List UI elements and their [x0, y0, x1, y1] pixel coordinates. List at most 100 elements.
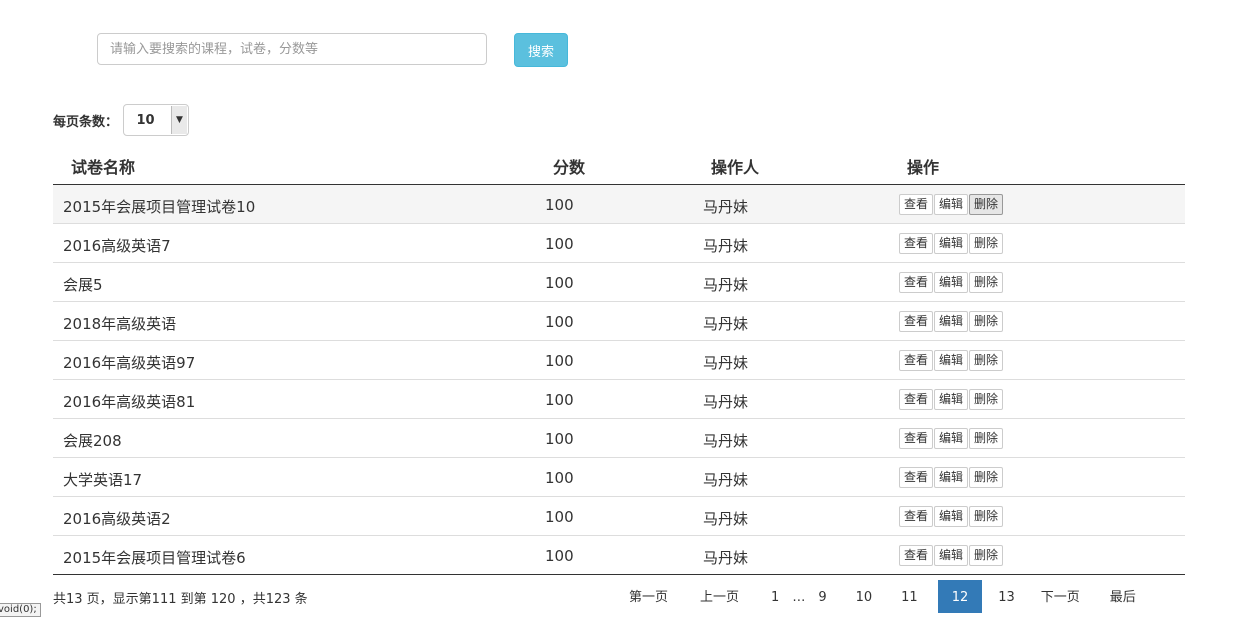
row-actions: 查看 编辑 删除: [899, 467, 1004, 488]
paper-score: 100: [545, 313, 574, 331]
view-button[interactable]: 查看: [899, 545, 934, 566]
paper-operator: 马丹妹: [703, 471, 749, 489]
delete-button[interactable]: 删除: [969, 194, 1004, 215]
delete-button[interactable]: 删除: [969, 272, 1004, 293]
paper-score: 100: [545, 469, 574, 487]
pagination-ellipsis: …: [792, 590, 806, 605]
edit-button[interactable]: 编辑: [934, 272, 969, 293]
column-header-name: 试卷名称: [71, 158, 136, 177]
page-link[interactable]: 1: [762, 580, 788, 613]
paper-operator: 马丹妹: [703, 393, 749, 411]
paper-score: 100: [545, 391, 574, 409]
row-actions: 查看 编辑 删除: [899, 506, 1004, 527]
page-size-value: 10: [136, 112, 155, 128]
table-row: 2016年高级英语97 100 马丹妹 查看 编辑 删除: [53, 341, 1185, 380]
page-link[interactable]: 10: [847, 580, 882, 613]
paper-score: 100: [545, 352, 574, 370]
paper-score: 100: [545, 274, 574, 292]
column-header-operator: 操作人: [711, 158, 760, 177]
paper-operator: 马丹妹: [703, 237, 749, 255]
row-actions: 查看 编辑 删除: [899, 272, 1004, 293]
row-actions: 查看 编辑 删除: [899, 428, 1004, 449]
page-link-active[interactable]: 12: [937, 580, 983, 613]
paper-operator: 马丹妹: [703, 315, 749, 333]
edit-button[interactable]: 编辑: [934, 389, 969, 410]
table-row: 会展5 100 马丹妹 查看 编辑 删除: [53, 263, 1185, 302]
first-page-link[interactable]: 第一页: [620, 580, 677, 613]
delete-button[interactable]: 删除: [969, 311, 1004, 332]
delete-button[interactable]: 删除: [969, 233, 1004, 254]
search-input[interactable]: [97, 33, 487, 65]
view-button[interactable]: 查看: [899, 389, 934, 410]
delete-button[interactable]: 删除: [969, 467, 1004, 488]
view-button[interactable]: 查看: [899, 272, 934, 293]
paper-name: 2015年会展项目管理试卷6: [63, 549, 246, 567]
paper-name: 会展208: [63, 432, 122, 450]
edit-button[interactable]: 编辑: [934, 428, 969, 449]
paper-score: 100: [545, 430, 574, 448]
table-row: 2018年高级英语 100 马丹妹 查看 编辑 删除: [53, 302, 1185, 341]
view-button[interactable]: 查看: [899, 506, 934, 527]
edit-button[interactable]: 编辑: [934, 194, 969, 215]
row-actions: 查看 编辑 删除: [899, 545, 1004, 566]
edit-button[interactable]: 编辑: [934, 311, 969, 332]
page-size-label: 每页条数：: [53, 115, 119, 130]
table-row: 2016年高级英语81 100 马丹妹 查看 编辑 删除: [53, 380, 1185, 419]
table-row: 2015年会展项目管理试卷6 100 马丹妹 查看 编辑 删除: [53, 536, 1185, 575]
paper-operator: 马丹妹: [703, 198, 749, 216]
paper-name: 2018年高级英语: [63, 315, 177, 333]
page-link[interactable]: 9: [809, 580, 835, 613]
view-button[interactable]: 查看: [899, 194, 934, 215]
paper-name: 2016高级英语2: [63, 510, 171, 528]
search-button[interactable]: 搜索: [514, 33, 568, 67]
prev-page-link[interactable]: 上一页: [691, 580, 748, 613]
last-page-link[interactable]: 最后: [1101, 580, 1145, 613]
view-button[interactable]: 查看: [899, 467, 934, 488]
delete-button[interactable]: 删除: [969, 350, 1004, 371]
edit-button[interactable]: 编辑: [934, 350, 969, 371]
paper-name: 2016年高级英语81: [63, 393, 196, 411]
row-actions: 查看 编辑 删除: [899, 194, 1004, 215]
table-row: 2015年会展项目管理试卷10 100 马丹妹 查看 编辑 删除: [53, 185, 1185, 224]
paper-operator: 马丹妹: [703, 510, 749, 528]
edit-button[interactable]: 编辑: [934, 467, 969, 488]
paper-operator: 马丹妹: [703, 354, 749, 372]
delete-button[interactable]: 删除: [969, 389, 1004, 410]
table-row: 大学英语17 100 马丹妹 查看 编辑 删除: [53, 458, 1185, 497]
paper-name: 2016高级英语7: [63, 237, 171, 255]
page-size-select[interactable]: 10 ▼: [123, 104, 189, 136]
page-link[interactable]: 11: [892, 580, 927, 613]
next-page-link[interactable]: 下一页: [1032, 580, 1089, 613]
delete-button[interactable]: 删除: [969, 545, 1004, 566]
table-body: 2015年会展项目管理试卷10 100 马丹妹 查看 编辑 删除 2016高级英语7 100 马…: [53, 185, 1185, 575]
paper-name: 2015年会展项目管理试卷10: [63, 198, 256, 216]
delete-button[interactable]: 删除: [969, 506, 1004, 527]
paper-operator: 马丹妹: [703, 549, 749, 567]
page-link[interactable]: 13: [989, 580, 1024, 613]
edit-button[interactable]: 编辑: [934, 545, 969, 566]
paper-score: 100: [545, 235, 574, 253]
paper-score: 100: [545, 547, 574, 565]
delete-button[interactable]: 删除: [969, 428, 1004, 449]
view-button[interactable]: 查看: [899, 428, 934, 449]
table-header: 试卷名称 分数 操作人 操作: [53, 144, 1185, 185]
pagination: 第一页 上一页 1 … 9 10 11 12 13 下一页 最后: [620, 580, 1145, 613]
view-button[interactable]: 查看: [899, 311, 934, 332]
edit-button[interactable]: 编辑: [934, 233, 969, 254]
row-actions: 查看 编辑 删除: [899, 350, 1004, 371]
pagination-summary: 共13 页，显示第111 到第 120 ，共123 条: [53, 592, 308, 607]
column-header-actions: 操作: [907, 158, 940, 177]
view-button[interactable]: 查看: [899, 233, 934, 254]
chevron-down-icon[interactable]: ▼: [171, 106, 187, 134]
paper-name: 大学英语17: [63, 471, 143, 489]
paper-name: 会展5: [63, 276, 103, 294]
table-row: 2016高级英语2 100 马丹妹 查看 编辑 删除: [53, 497, 1185, 536]
table-row: 2016高级英语7 100 马丹妹 查看 编辑 删除: [53, 224, 1185, 263]
paper-name: 2016年高级英语97: [63, 354, 196, 372]
paper-operator: 马丹妹: [703, 276, 749, 294]
view-button[interactable]: 查看: [899, 350, 934, 371]
row-actions: 查看 编辑 删除: [899, 389, 1004, 410]
status-tooltip: void(0);: [0, 603, 41, 617]
edit-button[interactable]: 编辑: [934, 506, 969, 527]
row-actions: 查看 编辑 删除: [899, 233, 1004, 254]
